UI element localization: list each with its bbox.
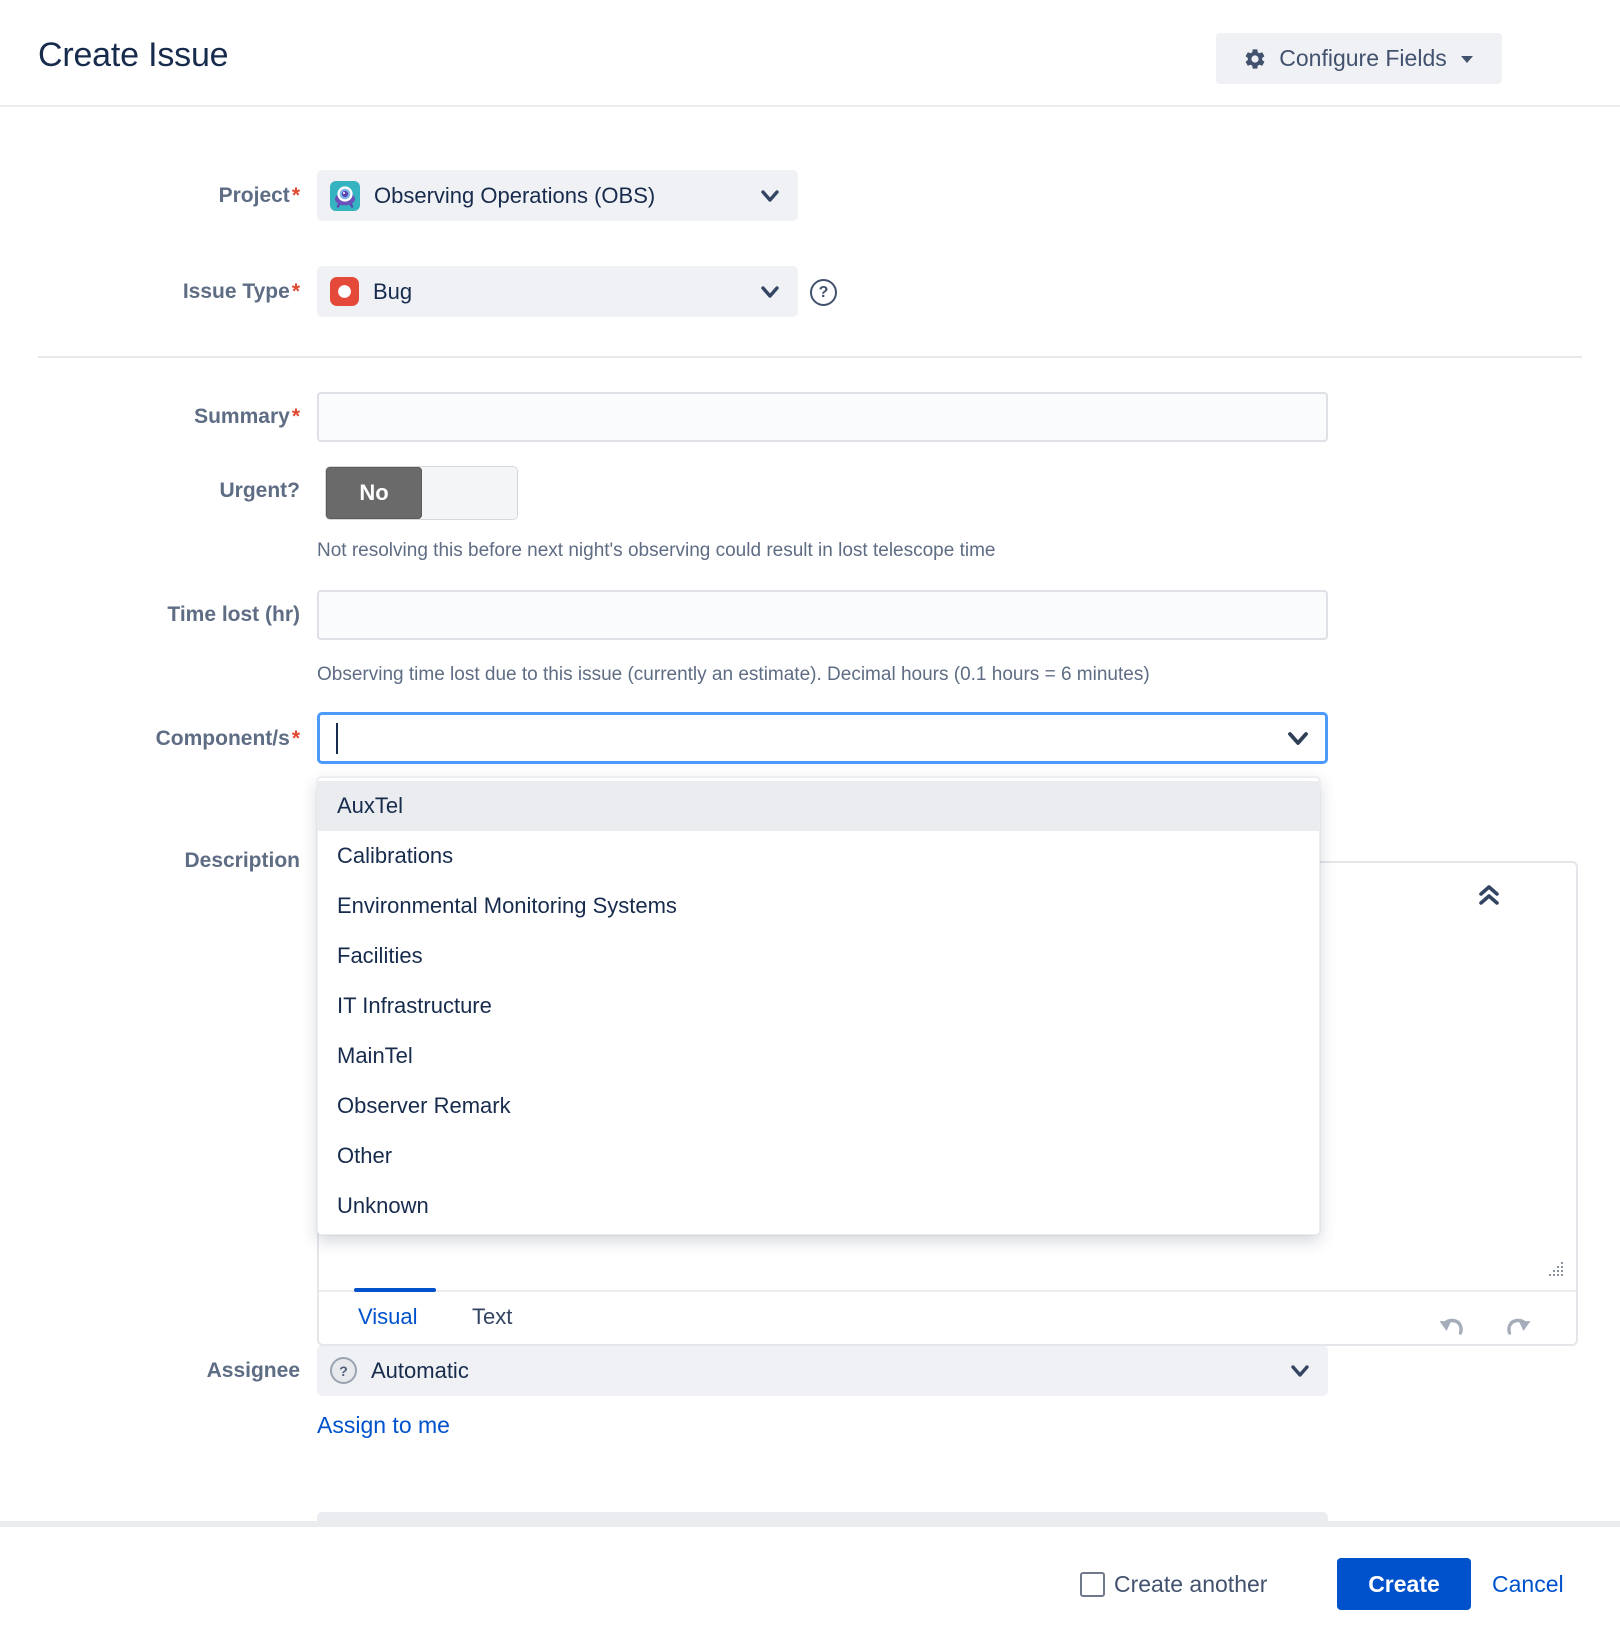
issue-type-select[interactable]: Bug	[317, 266, 798, 317]
create-issue-dialog: Create Issue Configure Fields Project*	[0, 0, 1620, 1626]
dropdown-option-unknown[interactable]: Unknown	[318, 1181, 1319, 1231]
chevron-down-icon	[760, 189, 780, 203]
time-lost-help-text: Observing time lost due to this issue (c…	[317, 664, 1150, 686]
redo-icon[interactable]	[1503, 1315, 1533, 1339]
create-button[interactable]: Create	[1337, 1558, 1471, 1610]
dropdown-option-observer-remark[interactable]: Observer Remark	[318, 1081, 1319, 1131]
project-avatar-icon	[330, 181, 360, 211]
configure-fields-label: Configure Fields	[1279, 45, 1446, 72]
editor-tab-divider	[319, 1290, 1576, 1292]
urgent-toggle-state[interactable]: No	[326, 467, 422, 519]
collapse-toolbar-icon[interactable]	[1476, 883, 1502, 907]
issue-type-select-value: Bug	[373, 279, 760, 305]
text-cursor	[336, 723, 338, 754]
assignee-select-value: Automatic	[371, 1358, 1290, 1384]
section-divider	[38, 356, 1582, 358]
urgent-toggle[interactable]: No	[325, 466, 518, 520]
summary-label: Summary*	[40, 404, 300, 430]
time-lost-input[interactable]	[317, 590, 1328, 640]
issue-type-help-icon[interactable]: ?	[810, 279, 837, 306]
project-select[interactable]: Observing Operations (OBS)	[317, 170, 798, 221]
urgent-label: Urgent?	[40, 478, 300, 504]
tab-visual[interactable]: Visual	[358, 1304, 418, 1330]
components-combobox[interactable]	[317, 712, 1328, 764]
bug-icon	[330, 277, 359, 306]
assignee-label: Assignee	[40, 1358, 300, 1384]
dropdown-option-environmental-monitoring-systems[interactable]: Environmental Monitoring Systems	[318, 881, 1319, 931]
dropdown-option-other[interactable]: Other	[318, 1131, 1319, 1181]
cancel-link[interactable]: Cancel	[1492, 1571, 1564, 1598]
dropdown-option-facilities[interactable]: Facilities	[318, 931, 1319, 981]
required-asterisk: *	[292, 727, 300, 750]
caret-down-icon	[1459, 53, 1475, 65]
create-another-label: Create another	[1114, 1571, 1267, 1598]
urgent-toggle-track[interactable]	[422, 467, 517, 519]
resize-handle-icon[interactable]	[1546, 1259, 1564, 1277]
page-title: Create Issue	[38, 36, 228, 75]
tab-text[interactable]: Text	[472, 1304, 512, 1330]
dropdown-option-maintel[interactable]: MainTel	[318, 1031, 1319, 1081]
dropdown-option-auxtel[interactable]: AuxTel	[318, 781, 1319, 831]
automatic-assignee-avatar: ?	[330, 1357, 357, 1384]
dropdown-option-calibrations[interactable]: Calibrations	[318, 831, 1319, 881]
gear-icon	[1243, 47, 1267, 71]
required-asterisk: *	[292, 184, 300, 207]
required-asterisk: *	[292, 405, 300, 428]
required-asterisk: *	[292, 280, 300, 303]
urgent-help-text: Not resolving this before next night's o…	[317, 540, 995, 562]
project-select-value: Observing Operations (OBS)	[374, 183, 760, 209]
undo-icon[interactable]	[1437, 1315, 1467, 1339]
chevron-down-icon	[1290, 1364, 1310, 1378]
components-dropdown-menu: AuxTel Calibrations Environmental Monito…	[317, 777, 1320, 1235]
time-lost-label: Time lost (hr)	[40, 602, 300, 628]
assignee-select[interactable]: ? Automatic	[317, 1345, 1328, 1396]
issue-type-label: Issue Type*	[40, 279, 300, 305]
assign-to-me-link[interactable]: Assign to me	[317, 1412, 450, 1439]
active-tab-indicator	[354, 1288, 436, 1292]
components-label: Component/s*	[40, 726, 300, 752]
create-another-checkbox[interactable]	[1080, 1572, 1105, 1597]
summary-input[interactable]	[317, 392, 1328, 442]
chevron-down-icon	[760, 285, 780, 299]
footer: Create another Create Cancel	[0, 1527, 1620, 1626]
description-label: Description	[40, 848, 300, 874]
header-divider	[0, 105, 1620, 107]
chevron-down-icon[interactable]	[1287, 731, 1309, 746]
project-label: Project*	[40, 183, 300, 209]
configure-fields-button[interactable]: Configure Fields	[1216, 33, 1502, 84]
dropdown-option-it-infrastructure[interactable]: IT Infrastructure	[318, 981, 1319, 1031]
